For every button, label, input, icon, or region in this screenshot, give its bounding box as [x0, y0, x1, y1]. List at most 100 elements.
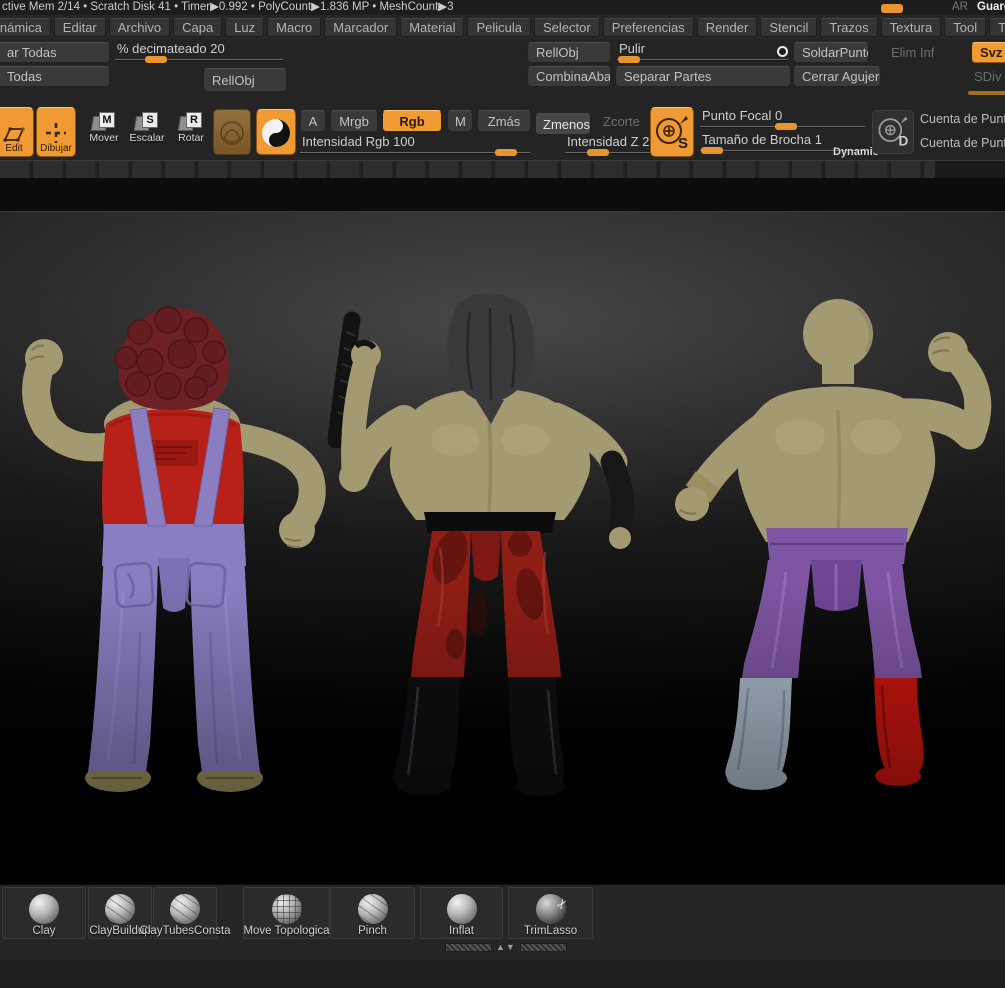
menu-selector[interactable]: Selector — [534, 17, 600, 37]
sdiv-underline — [968, 91, 1005, 95]
menu-capa[interactable]: Capa — [173, 17, 223, 37]
mover-button[interactable]: M Mover — [83, 112, 125, 144]
save-button[interactable]: Guardar — [977, 0, 1005, 15]
claytubes-brush-thumb — [170, 894, 200, 924]
m-button[interactable]: M — [447, 110, 473, 132]
menu-transformar[interactable]: Transformar — [989, 17, 1005, 37]
intensidad-rgb-handle[interactable] — [495, 149, 517, 156]
combinaabajo-button[interactable]: CombinaAbajo — [527, 66, 611, 87]
punto-focal-handle[interactable] — [775, 123, 797, 130]
memory-status: ctive Mem 2/14 • Scratch Disk 41 • Timer… — [2, 1, 454, 13]
pulir-handle[interactable] — [618, 56, 640, 63]
brush-swirl-icon — [262, 119, 290, 147]
brush-trimlasso[interactable]: ✂ TrimLasso — [508, 887, 593, 939]
intensidad-z-handle[interactable] — [587, 149, 609, 156]
current-brush-button[interactable] — [256, 109, 296, 155]
pulir-mode-toggle[interactable] — [777, 46, 788, 57]
pulir-track — [617, 59, 788, 60]
quick-panel: ar Todas % decimateado 20 RellObj Pulir … — [0, 39, 1005, 104]
rotar-button[interactable]: R Rotar — [170, 112, 212, 144]
tray-scroll-arrows[interactable]: ▲▼ — [496, 943, 516, 952]
menu-archivo[interactable]: Archivo — [108, 17, 171, 37]
figure-wrestler-right[interactable] — [675, 299, 992, 790]
tray-scroll-left[interactable] — [445, 942, 492, 952]
stroke-size-button[interactable]: S — [650, 107, 694, 157]
menu-tool[interactable]: Tool — [944, 17, 987, 37]
separarpartes-button[interactable]: Separar Partes — [615, 66, 791, 87]
tray-scroll-right[interactable] — [519, 942, 567, 952]
mrgb-button[interactable]: Mrgb — [330, 110, 378, 132]
decimate-handle[interactable] — [145, 56, 167, 63]
figure-wrestler-left[interactable] — [22, 306, 326, 792]
sdiv-button[interactable]: SDiv — [965, 66, 1005, 87]
brocha-handle[interactable] — [701, 147, 723, 154]
todas-button-1[interactable]: ar Todas — [0, 42, 110, 63]
menu-preferencias[interactable]: Preferencias — [602, 17, 694, 37]
menu-pelicula[interactable]: Pelicula — [467, 17, 531, 37]
brush-inflat[interactable]: Inflat — [420, 887, 503, 939]
brocha-value: 1 — [814, 132, 822, 147]
svz-button[interactable]: Svz — [971, 42, 1005, 63]
draw-size-icon: S — [656, 116, 688, 152]
punto-focal-value: 0 — [775, 108, 783, 123]
material-button[interactable] — [213, 109, 251, 155]
decimate-slider[interactable]: % decimateado 20 — [115, 41, 283, 63]
menu-textura[interactable]: Textura — [880, 17, 942, 37]
decimate-value: 20 — [210, 41, 225, 56]
tray-scroll-widget: ▲▼ — [445, 942, 567, 952]
cerraragujeros-button[interactable]: Cerrar Agujeros — [793, 66, 881, 87]
a-button[interactable]: A — [300, 110, 326, 132]
menu-luz[interactable]: Luz — [225, 17, 265, 37]
menu-material[interactable]: Material — [400, 17, 465, 37]
brush-label: Clay — [32, 925, 56, 937]
menu-editar[interactable]: Editar — [53, 17, 106, 37]
menu-macro[interactable]: Macro — [267, 17, 322, 37]
sculpt-canvas[interactable] — [0, 211, 1005, 884]
brush-clay[interactable]: Clay — [2, 887, 86, 939]
rgb-button[interactable]: Rgb — [382, 110, 442, 132]
rellobj-button-2[interactable]: RellObj — [203, 68, 287, 92]
menu-dinamica[interactable]: inámica — [0, 17, 51, 37]
menu-trazos[interactable]: Trazos — [820, 17, 878, 37]
punto-focal-label: Punto Focal — [702, 108, 772, 123]
figure-wrestler-center[interactable] — [327, 293, 635, 796]
zmenos-button[interactable]: Zmenos — [535, 113, 591, 135]
cuenta-de-puntos-1[interactable]: Cuenta de Punto — [920, 112, 1005, 126]
rellobj-button-1[interactable]: RellObj — [527, 42, 611, 63]
menu-marcador[interactable]: Marcador — [324, 17, 398, 37]
zcorte-button[interactable]: Zcorte — [595, 110, 647, 132]
timeline-end — [935, 161, 1005, 178]
svg-text:D: D — [898, 134, 908, 149]
material-sphere-icon — [220, 121, 244, 145]
status-bar: ctive Mem 2/14 • Scratch Disk 41 • Timer… — [0, 0, 1005, 15]
timeline-handle[interactable] — [881, 4, 903, 13]
brush-movetopological[interactable]: Move Topologica — [243, 887, 330, 939]
pulir-slider[interactable]: Pulir — [617, 41, 788, 63]
inflat-brush-thumb — [446, 894, 477, 924]
dynamic-size-button[interactable]: D — [872, 110, 914, 154]
move-topological-brush-thumb — [271, 894, 302, 924]
escalar-button[interactable]: S Escalar — [126, 112, 168, 144]
cuenta-de-puntos-2[interactable]: Cuenta de Punto — [920, 136, 1005, 150]
menu-stencil[interactable]: Stencil — [760, 17, 818, 37]
brush-label: Inflat — [449, 925, 474, 937]
escalar-label: Escalar — [129, 132, 165, 144]
eliminf-button[interactable]: Elim Inf — [882, 42, 942, 63]
intensidad-rgb-slider[interactable]: Intensidad Rgb 100 — [300, 134, 530, 156]
edit-button[interactable]: Edit — [0, 107, 34, 157]
dibujar-button[interactable]: Dibujar — [36, 107, 76, 157]
mover-label: Mover — [89, 132, 119, 144]
edit-gizmo-icon — [3, 127, 25, 142]
menu-render[interactable]: Render — [696, 17, 758, 37]
brush-label: TrimLasso — [523, 925, 578, 937]
punto-focal-slider[interactable]: Punto Focal 0 — [700, 108, 865, 130]
zmas-button[interactable]: Zmás — [477, 110, 531, 132]
todas-button-2[interactable]: Todas — [0, 66, 110, 87]
intensidad-z-slider[interactable]: Intensidad Z 25 — [565, 134, 663, 156]
clay-brush-thumb — [29, 894, 59, 924]
escalar-icon: S — [133, 112, 159, 131]
soldarpuntos-button[interactable]: SoldarPuntos — [793, 42, 869, 63]
brush-pinch[interactable]: Pinch — [330, 887, 415, 939]
timeline-strip[interactable] — [0, 160, 1005, 178]
brush-claytubes[interactable]: ClayTubesConsta — [140, 887, 231, 939]
